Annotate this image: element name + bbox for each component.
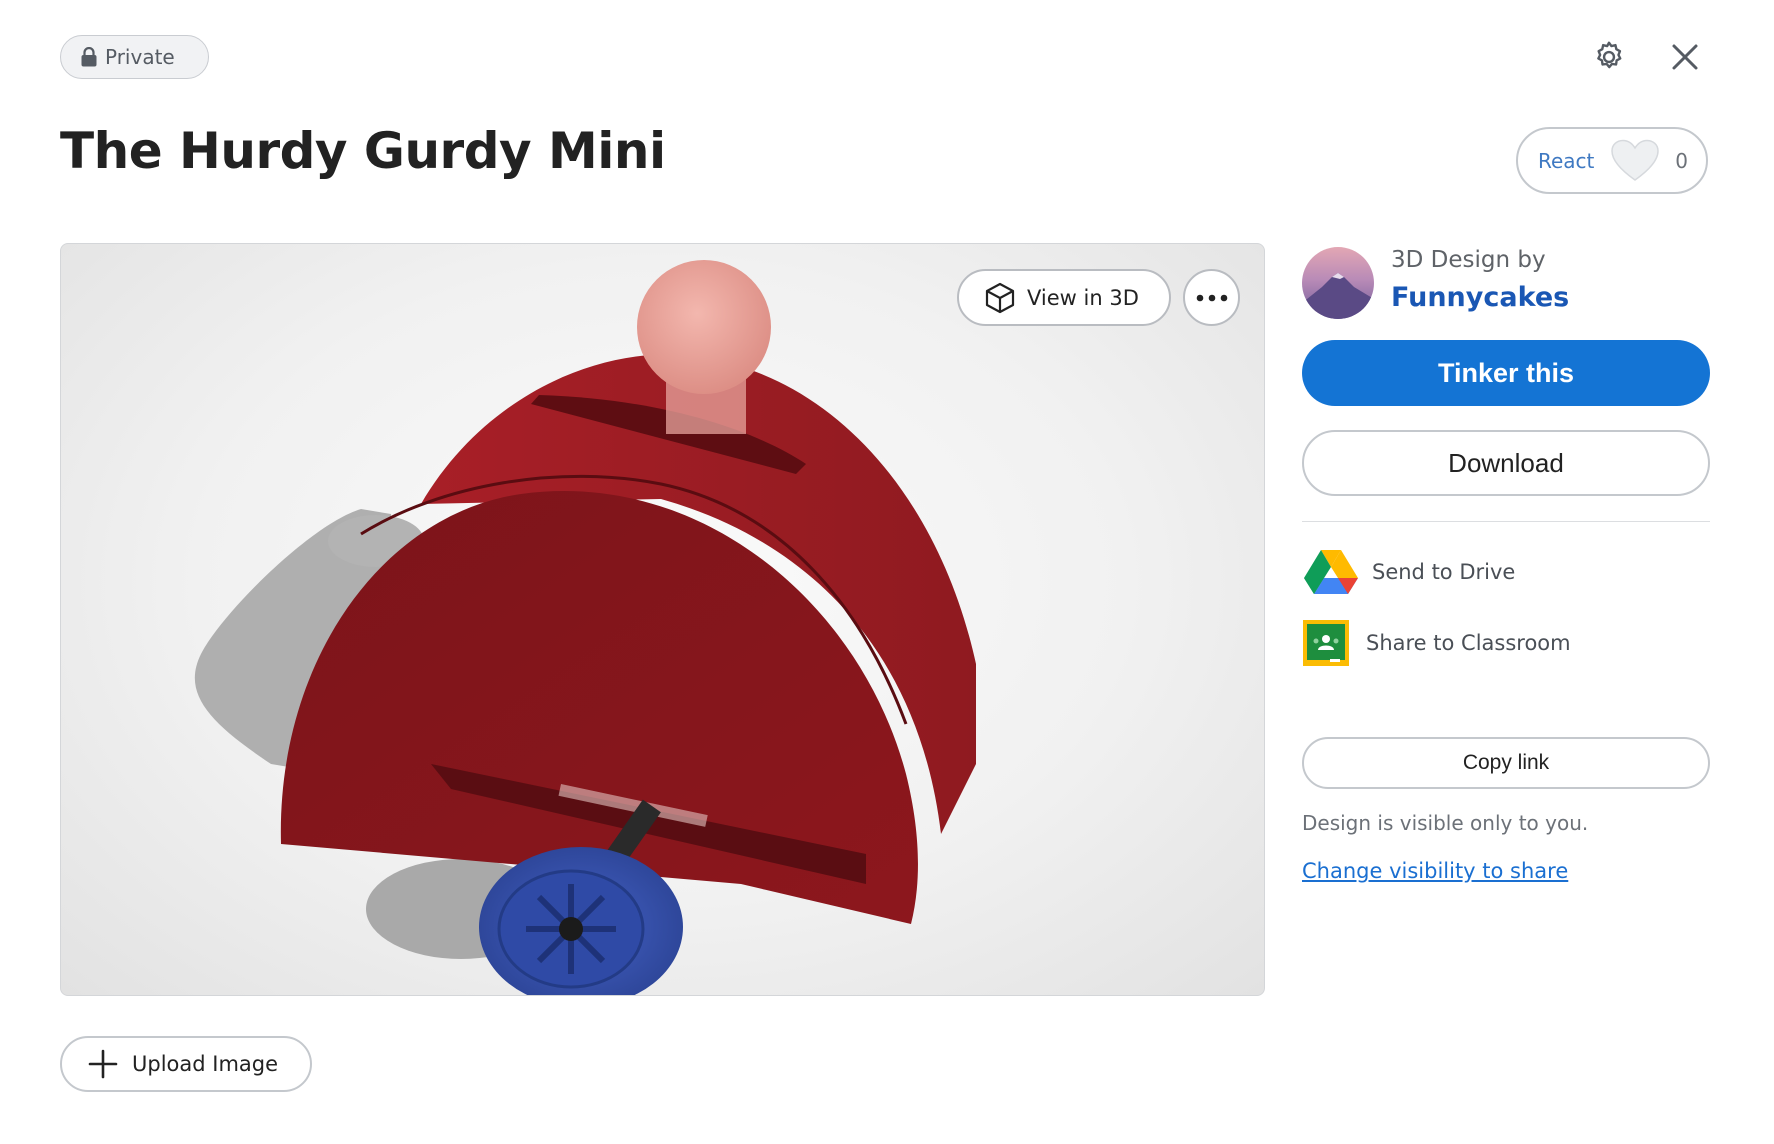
visibility-badge: Private — [60, 35, 209, 79]
change-visibility-link[interactable]: Change visibility to share — [1302, 859, 1568, 883]
tinker-this-button[interactable]: Tinker this — [1302, 340, 1710, 406]
view-in-3d-button[interactable]: View in 3D — [957, 269, 1171, 326]
share-to-classroom-button[interactable]: Share to Classroom — [1302, 619, 1571, 667]
download-button[interactable]: Download — [1302, 430, 1710, 496]
visibility-note: Design is visible only to you. — [1302, 811, 1589, 835]
design-preview[interactable] — [60, 243, 1265, 996]
upload-image-button[interactable]: Upload Image — [60, 1036, 312, 1092]
heart-icon — [1610, 139, 1660, 183]
design-title: The Hurdy Gurdy Mini — [60, 122, 666, 180]
model-render-image — [194, 260, 976, 995]
divider — [1302, 521, 1710, 522]
cube-icon — [985, 282, 1015, 314]
more-horizontal-icon[interactable] — [1183, 269, 1240, 326]
google-drive-icon — [1304, 548, 1358, 596]
view-in-3d-label: View in 3D — [1027, 285, 1139, 310]
avatar[interactable] — [1302, 247, 1374, 319]
upload-image-label: Upload Image — [132, 1052, 279, 1076]
copy-link-button[interactable]: Copy link — [1302, 737, 1710, 789]
share-to-classroom-label: Share to Classroom — [1366, 631, 1571, 655]
gear-icon[interactable] — [1590, 38, 1628, 76]
react-label: React — [1538, 148, 1595, 173]
plus-icon — [88, 1049, 118, 1079]
lock-icon — [81, 47, 97, 67]
author-byline: 3D Design by — [1391, 247, 1546, 273]
react-count: 0 — [1675, 148, 1688, 173]
visibility-badge-label: Private — [105, 45, 175, 69]
close-icon[interactable] — [1668, 40, 1702, 74]
author-name-link[interactable]: Funnycakes — [1391, 282, 1569, 313]
react-button[interactable]: React 0 — [1516, 127, 1708, 194]
send-to-drive-label: Send to Drive — [1372, 560, 1516, 584]
send-to-drive-button[interactable]: Send to Drive — [1304, 548, 1515, 596]
google-classroom-icon — [1302, 619, 1350, 667]
